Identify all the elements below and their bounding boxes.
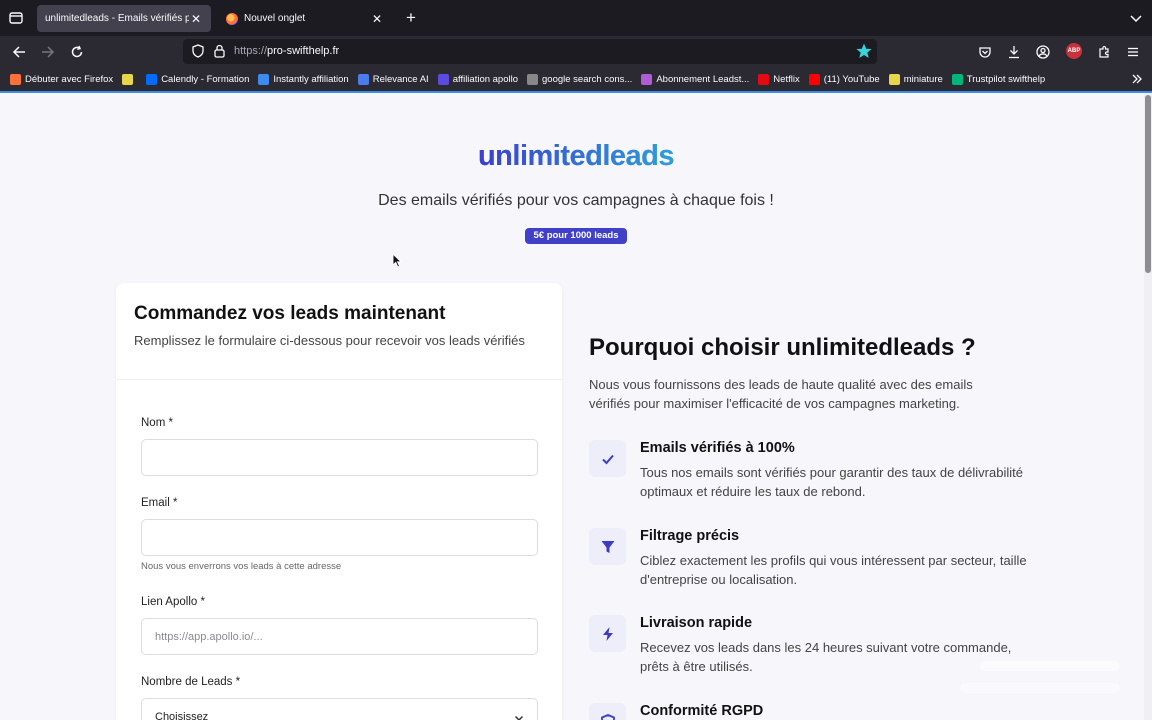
feature-title: Livraison rapide <box>640 615 753 631</box>
bookmark-label: Instantly affiliation <box>273 73 349 85</box>
form-title: Commandez vos leads maintenant <box>134 303 446 324</box>
form-description: Remplissez le formulaire ci-dessous pour… <box>134 333 525 348</box>
email-hint: Nous vous enverrons vos leads à cette ad… <box>141 561 342 572</box>
bookmark-label: Relevance AI <box>372 73 429 85</box>
bookmark-item[interactable]: Trustpilot swifthelp <box>951 73 1046 85</box>
bookmark-label: Calendly - Formation <box>161 73 250 85</box>
bookmark-label: Débuter avec Firefox <box>25 73 114 85</box>
extensions-icon[interactable] <box>1094 42 1114 62</box>
pocket-icon[interactable] <box>975 42 995 62</box>
bookmark-label: (11) YouTube <box>823 73 880 85</box>
tracking-protection-icon[interactable] <box>191 44 205 63</box>
adblock-plus-icon[interactable]: ABP <box>1066 43 1082 59</box>
bookmark-favicon-icon <box>437 73 449 85</box>
downloads-icon[interactable] <box>1004 42 1024 62</box>
bookmark-item[interactable]: google search cons... <box>527 73 633 85</box>
mouse-cursor-icon <box>392 252 403 273</box>
filter-icon <box>589 528 626 565</box>
bookmark-item[interactable]: Calendly - Formation <box>146 73 250 85</box>
bookmark-item[interactable] <box>122 73 137 85</box>
tab-unlimitedleads[interactable]: unlimitedleads - Emails vérifiés pour ✕ <box>37 5 211 32</box>
bookmark-favicon-icon <box>258 73 270 85</box>
price-badge: 5€ pour 1000 leads <box>525 228 627 244</box>
leads-count-select[interactable]: Choisissez <box>141 698 538 720</box>
firefox-icon <box>226 12 238 25</box>
scrollbar-thumb[interactable] <box>1145 95 1151 273</box>
bookmark-favicon-icon <box>888 73 900 85</box>
chevron-down-icon[interactable] <box>1127 9 1145 27</box>
lightning-icon <box>589 615 626 652</box>
bookmark-label: affiliation apollo <box>452 73 519 85</box>
bookmark-favicon-icon <box>758 73 770 85</box>
tab-bar: unlimitedleads - Emails vérifiés pour ✕ … <box>0 0 1152 36</box>
bookmark-item[interactable]: Relevance AI <box>357 73 429 85</box>
apollo-link-label: Lien Apollo * <box>141 596 205 608</box>
feature-text: Ciblez exactement les profils qui vous i… <box>640 553 1027 587</box>
tab-title: unlimitedleads - Emails vérifiés pour <box>45 13 189 24</box>
bookmark-item[interactable]: Abonnement Leadst... <box>641 73 750 85</box>
url-bar[interactable]: https://pro-swifthelp.fr <box>183 39 877 64</box>
bookmark-favicon-icon <box>808 73 820 85</box>
apollo-link-input[interactable] <box>141 618 538 655</box>
bookmark-favicon-icon <box>10 73 21 85</box>
bookmark-item[interactable]: Instantly affiliation <box>258 73 349 85</box>
bookmark-item[interactable]: miniature <box>888 73 943 85</box>
bookmark-item[interactable]: affiliation apollo <box>437 73 519 85</box>
tab-new-tab[interactable]: Nouvel onglet ✕ <box>218 5 392 32</box>
lock-icon[interactable] <box>213 44 226 63</box>
bookmark-favicon-icon <box>951 73 963 85</box>
hero-subtitle: Des emails vérifiés pour vos campagnes à… <box>378 192 774 209</box>
bookmarks-overflow-icon[interactable] <box>1131 72 1143 90</box>
bookmark-label: Netflix <box>773 73 800 85</box>
leads-count-value: Choisissez <box>155 711 209 720</box>
chevron-down-icon <box>513 711 525 720</box>
check-icon <box>589 440 626 477</box>
menu-icon[interactable] <box>1123 42 1143 62</box>
leads-count-label: Nombre de Leads * <box>141 676 241 688</box>
feature-title: Emails vérifiés à 100% <box>640 440 795 456</box>
name-label: Nom * <box>141 417 173 429</box>
page-scrollbar[interactable] <box>1144 93 1152 720</box>
account-icon[interactable] <box>1033 42 1053 62</box>
email-input[interactable] <box>141 519 538 556</box>
forward-button[interactable] <box>38 42 58 62</box>
bookmark-favicon-icon <box>122 73 134 85</box>
brand-title: unlimitedleads <box>0 140 1144 173</box>
bookmark-star-icon[interactable] <box>856 43 872 64</box>
why-description: Nous vous fournissons des leads de haute… <box>589 377 973 411</box>
bookmarks-toolbar: Débuter avec Firefox Calendly - Formation… <box>0 67 1152 91</box>
bookmark-favicon-icon <box>146 73 158 85</box>
close-tab-icon[interactable]: ✕ <box>370 12 384 26</box>
tab-list-icon[interactable] <box>7 9 25 27</box>
navigation-bar: https://pro-swifthelp.fr ABP <box>0 36 1152 67</box>
name-input[interactable] <box>141 439 538 476</box>
reload-button[interactable] <box>67 42 87 62</box>
feature-text: Tous nos emails sont vérifiés pour garan… <box>640 465 1023 499</box>
bookmark-favicon-icon <box>527 73 539 85</box>
feature-title: Conformité RGPD <box>640 703 764 719</box>
bookmark-label: google search cons... <box>542 73 633 85</box>
bookmark-label: miniature <box>903 73 943 85</box>
email-label: Email * <box>141 497 178 509</box>
bookmark-label: Abonnement Leadst... <box>656 73 750 85</box>
bookmark-label: Trustpilot swifthelp <box>966 73 1046 85</box>
new-tab-button[interactable]: + <box>402 9 420 27</box>
shield-icon <box>589 703 626 720</box>
bookmark-item[interactable]: Débuter avec Firefox <box>10 73 114 85</box>
bookmark-favicon-icon <box>357 73 369 85</box>
back-button[interactable] <box>9 42 29 62</box>
page-content: unlimitedleads Des emails vérifiés pour … <box>0 93 1144 720</box>
watermark <box>950 653 1130 703</box>
tab-title: Nouvel onglet <box>244 13 306 24</box>
order-form-card: Commandez vos leads maintenant Remplisse… <box>116 283 562 720</box>
url-text: https://pro-swifthelp.fr <box>234 45 340 57</box>
close-tab-icon[interactable]: ✕ <box>189 12 203 26</box>
bookmark-favicon-icon <box>641 73 653 85</box>
why-title: Pourquoi choisir unlimitedleads ? <box>589 334 976 361</box>
bookmark-item[interactable]: (11) YouTube <box>808 73 880 85</box>
bookmark-item[interactable]: Netflix <box>758 73 800 85</box>
feature-title: Filtrage précis <box>640 528 740 544</box>
divider <box>116 379 562 380</box>
